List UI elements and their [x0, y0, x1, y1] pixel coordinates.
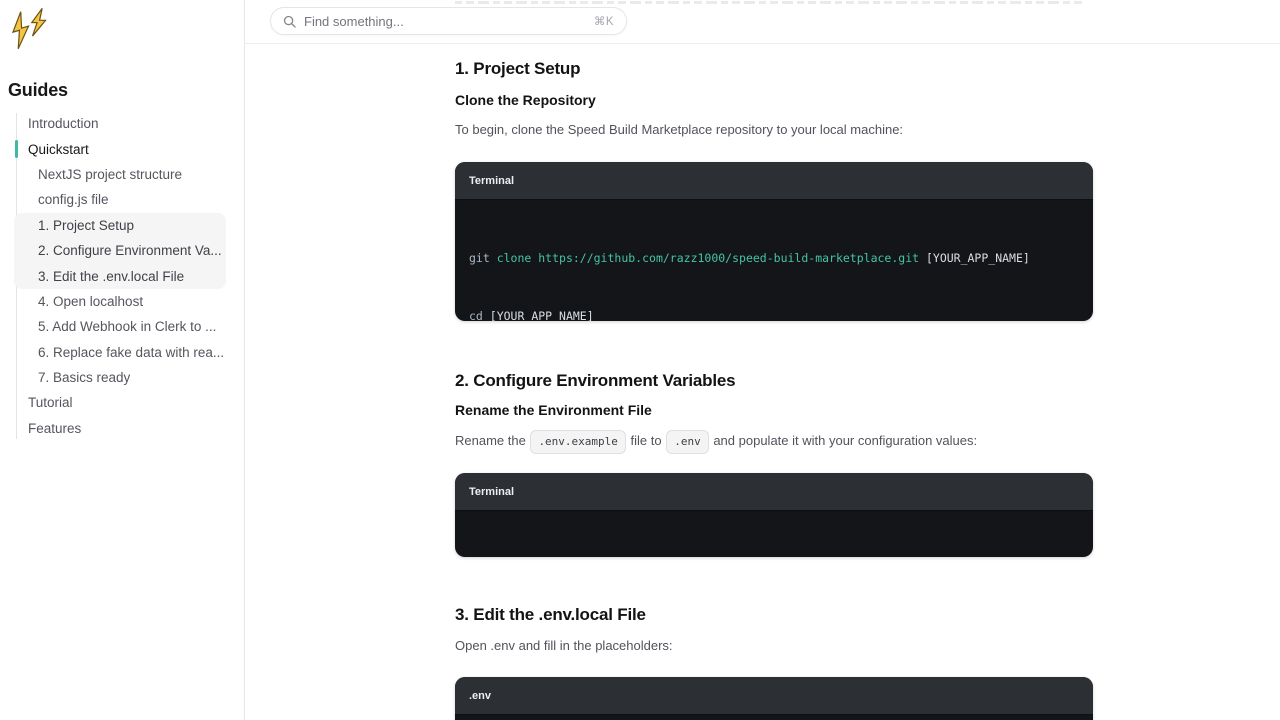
terminal-title: Terminal	[469, 175, 514, 187]
lightning-logo-icon[interactable]	[8, 5, 50, 55]
clipped-scrolled-text	[455, 0, 1085, 4]
search-icon	[283, 15, 296, 28]
sidebar-item-replace-fake-data[interactable]: 6. Replace fake data with rea...	[14, 340, 226, 365]
terminal-header: Terminal	[455, 473, 1093, 511]
terminal-title: .env	[469, 690, 491, 702]
terminal-header: Terminal	[455, 162, 1093, 200]
search-placeholder: Find something...	[304, 14, 404, 29]
sidebar-item-edit-env-local-file[interactable]: 3. Edit the .env.local File	[14, 263, 226, 288]
terminal-code-block-mv: Terminal mv .env.example .env	[455, 473, 1093, 557]
code-token: git	[469, 251, 490, 265]
inline-code-env-example: .env.example	[530, 430, 625, 454]
sidebar-item-features[interactable]: Features	[14, 416, 226, 441]
header-divider	[245, 43, 1280, 44]
code-token: clone https://github.com/razz1000/speed-…	[490, 251, 919, 265]
sidebar-item-add-webhook-in-clerk[interactable]: 5. Add Webhook in Clerk to ...	[14, 314, 226, 339]
terminal-title: Terminal	[469, 486, 514, 498]
terminal-code: mv .env.example .env	[455, 511, 1093, 557]
sidebar-item-config-js-file[interactable]: config.js file	[14, 187, 226, 212]
sidebar-item-open-localhost[interactable]: 4. Open localhost	[14, 289, 226, 314]
sidebar-section-title: Guides	[8, 80, 68, 101]
sidebar-item-quickstart[interactable]: Quickstart	[14, 136, 226, 161]
subheading-clone-the-repository: Clone the Repository	[455, 92, 596, 108]
paragraph-text: and populate it with your configuration …	[710, 433, 977, 448]
paragraph-text: file to	[627, 433, 665, 448]
sidebar-item-introduction[interactable]: Introduction	[14, 111, 226, 136]
sidebar-item-nextjs-project-structure[interactable]: NextJS project structure	[14, 162, 226, 187]
sidebar-divider	[244, 0, 245, 720]
sidebar-item-configure-environment-variables[interactable]: 2. Configure Environment Va...	[14, 238, 226, 263]
paragraph-clone-intro: To begin, clone the Speed Build Marketpl…	[455, 120, 903, 139]
subheading-rename-env-file: Rename the Environment File	[455, 402, 652, 418]
search-input[interactable]: Find something... ⌘K	[270, 7, 627, 35]
sidebar-item-project-setup[interactable]: 1. Project Setup	[14, 213, 226, 238]
inline-code-env: .env	[666, 430, 709, 454]
paragraph-open-env: Open .env and fill in the placeholders:	[455, 636, 673, 655]
code-token: cd	[469, 309, 483, 321]
code-token: [YOUR_APP_NAME]	[483, 309, 594, 321]
docs-page: Guides Introduction Quickstart NextJS pr…	[0, 0, 1280, 720]
terminal-header: .env	[455, 677, 1093, 715]
code-line: git clone https://github.com/razz1000/sp…	[469, 249, 1079, 268]
code-token: [YOUR_APP_NAME]	[919, 251, 1030, 265]
sidebar-item-basics-ready[interactable]: 7. Basics ready	[14, 365, 226, 390]
terminal-code	[455, 715, 1093, 720]
section-heading-edit-env-local: 3. Edit the .env.local File	[455, 605, 646, 625]
section-heading-project-setup: 1. Project Setup	[455, 59, 580, 79]
section-heading-configure-env: 2. Configure Environment Variables	[455, 371, 735, 391]
paragraph-text: Rename the	[455, 433, 529, 448]
terminal-code-block-clone: Terminal git clone https://github.com/ra…	[455, 162, 1093, 321]
sidebar-nav: Introduction Quickstart NextJS project s…	[14, 111, 226, 441]
paragraph-rename-env: Rename the .env.example file to .env and…	[455, 430, 977, 454]
terminal-code-block-env-file: .env	[455, 677, 1093, 720]
sidebar-item-tutorial[interactable]: Tutorial	[14, 390, 226, 415]
code-line: cd [YOUR_APP_NAME]	[469, 307, 1079, 321]
search-shortcut-hint: ⌘K	[594, 14, 614, 28]
terminal-code: git clone https://github.com/razz1000/sp…	[455, 200, 1093, 321]
